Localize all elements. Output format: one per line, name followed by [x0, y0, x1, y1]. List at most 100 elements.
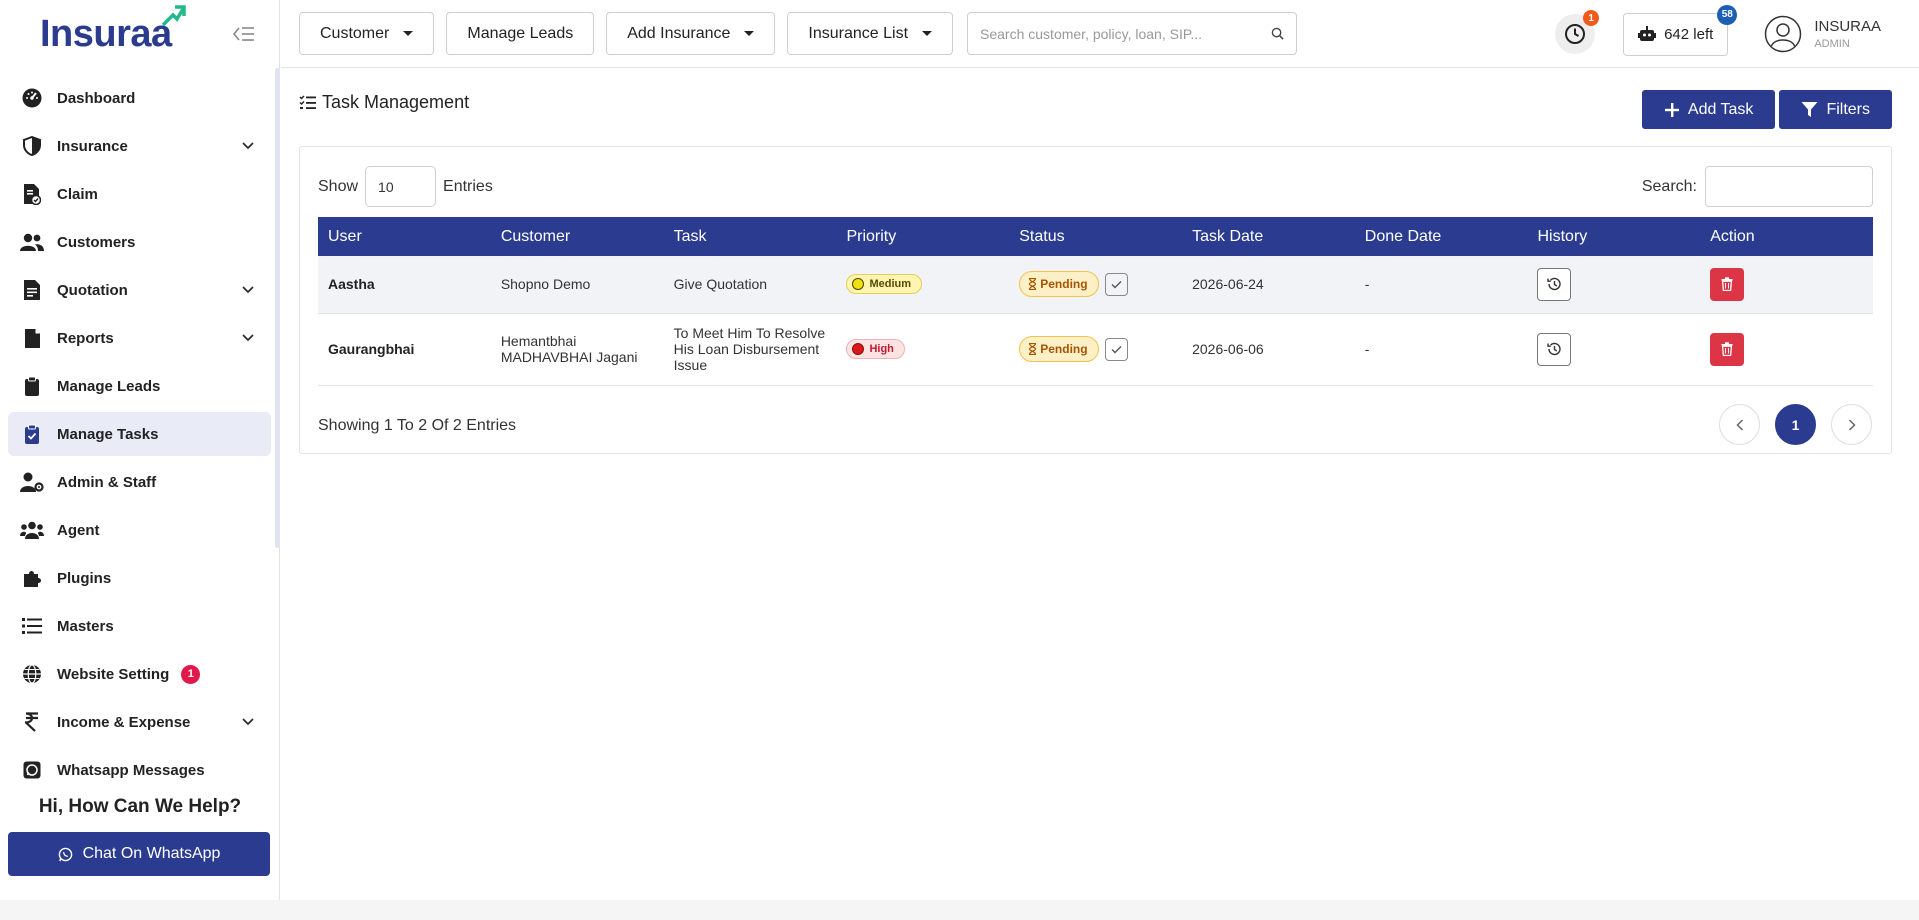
robot-icon [1638, 26, 1657, 41]
table-search-label: Search: [1641, 177, 1697, 195]
priority-dot-icon [852, 278, 865, 291]
filter-icon [1801, 102, 1818, 117]
mark-done-button[interactable] [1104, 337, 1128, 361]
priority-badge: High [846, 339, 905, 359]
sidebar-item-label: Admin & Staff [57, 473, 157, 491]
sidebar-item-website-setting[interactable]: Website Setting 1 [8, 652, 271, 696]
hourglass-icon [1029, 278, 1037, 291]
sidebar-item-label: Quotation [57, 281, 128, 299]
delete-task-button[interactable] [1710, 267, 1745, 301]
main-content: Task Management Add Task Filters Show En… [281, 69, 1919, 899]
pagination-previous-button[interactable] [1719, 404, 1760, 445]
sidebar-item-label: Whatsapp Messages [57, 761, 205, 779]
add-task-label: Add Task [1687, 100, 1754, 118]
brand-logo[interactable]: Insuraa [40, 4, 186, 56]
check-icon [1111, 345, 1122, 353]
sidebar-item-manage-leads[interactable]: Manage Leads [8, 364, 271, 408]
status-badge: Pending [1019, 271, 1099, 298]
column-header-customer[interactable]: Customer [491, 217, 664, 256]
customer-menu-button[interactable]: Customer [299, 12, 435, 55]
column-header-task[interactable]: Task [664, 217, 837, 256]
column-header-action[interactable]: Action [1700, 217, 1873, 256]
add-task-button[interactable]: Add Task [1641, 90, 1776, 129]
hourglass-icon [1029, 343, 1037, 355]
sidebar-item-manage-tasks[interactable]: Manage Tasks [8, 412, 271, 456]
entries-length-control: Show Entries [318, 166, 493, 207]
sidebar-item-agent[interactable]: Agent [8, 508, 271, 552]
cell-history [1527, 313, 1700, 385]
pagination-next-button[interactable] [1831, 404, 1872, 445]
caret-down-icon [922, 31, 933, 36]
insurance-list-menu-button[interactable]: Insurance List [787, 12, 954, 55]
global-search-input[interactable] [980, 25, 1272, 42]
sidebar-item-label: Income & Expense [57, 713, 191, 731]
caret-down-icon [744, 31, 755, 36]
chat-on-whatsapp-button[interactable]: Chat On WhatsApp [8, 832, 270, 876]
status-group: Pending [1019, 336, 1172, 362]
avatar [1765, 15, 1802, 53]
filters-button[interactable]: Filters [1779, 90, 1892, 129]
column-header-done-date[interactable]: Done Date [1355, 217, 1528, 256]
globe-icon [20, 662, 44, 686]
sidebar-item-quotation[interactable]: Quotation [8, 268, 271, 312]
sidebar-item-claim[interactable]: Claim [8, 172, 271, 216]
clipboard-check-icon [20, 422, 44, 446]
page-title-text: Task Management [322, 92, 470, 112]
whatsapp-icon [20, 758, 44, 782]
page-actions: Add Task Filters [1638, 90, 1892, 129]
cell-history [1527, 256, 1700, 313]
sidebar-item-plugins[interactable]: Plugins [8, 556, 271, 600]
table-search-input[interactable] [1705, 166, 1873, 207]
status-group: Pending [1019, 271, 1172, 298]
cell-user: Gaurangbhai [328, 341, 415, 357]
cell-action [1700, 313, 1873, 385]
history-icon [1547, 342, 1562, 356]
user-name: INSURAA [1814, 18, 1881, 35]
manage-leads-button[interactable]: Manage Leads [446, 12, 595, 55]
global-search [967, 12, 1298, 55]
sidebar-item-insurance[interactable]: Insurance [8, 124, 271, 168]
column-header-history[interactable]: History [1527, 217, 1700, 256]
user-info: INSURAA ADMIN [1814, 18, 1881, 50]
help-title: Hi, How Can We Help? [38, 796, 242, 817]
column-header-status[interactable]: Status [1009, 217, 1182, 256]
cell-customer: Shopno Demo [500, 276, 591, 293]
history-button[interactable] [1537, 267, 1572, 301]
trash-icon [1721, 277, 1733, 292]
show-label: Show [318, 177, 359, 195]
users-icon [20, 230, 44, 254]
ai-credits-badge: 58 [1717, 4, 1738, 25]
history-button[interactable] [1537, 332, 1572, 366]
sidebar-item-admin-staff[interactable]: Admin & Staff [8, 460, 271, 504]
column-header-priority[interactable]: Priority [836, 217, 1009, 256]
sidebar-item-customers[interactable]: Customers [8, 220, 271, 264]
pagination-page-button[interactable]: 1 [1775, 404, 1816, 445]
search-icon[interactable] [1271, 27, 1284, 40]
entries-per-page-select[interactable] [365, 166, 437, 207]
user-profile-menu[interactable]: INSURAA ADMIN [1764, 15, 1881, 53]
pagination: 1 [1704, 404, 1872, 445]
cell-user: Aastha [328, 276, 375, 293]
sidebar-collapse-button[interactable] [231, 24, 257, 44]
delete-task-button[interactable] [1710, 332, 1745, 366]
sidebar-item-dashboard[interactable]: Dashboard [8, 76, 271, 120]
sidebar-scrollbar[interactable] [275, 68, 280, 548]
sidebar-item-income-expense[interactable]: Income & Expense [8, 700, 271, 744]
priority-dot-icon [852, 343, 865, 355]
add-insurance-menu-button[interactable]: Add Insurance [606, 12, 776, 55]
ai-credits-label: 642 left [1664, 25, 1714, 43]
shield-icon [20, 134, 44, 158]
column-header-task-date[interactable]: Task Date [1182, 217, 1355, 256]
mark-done-button[interactable] [1104, 272, 1128, 296]
cell-action [1700, 256, 1873, 313]
column-header-user[interactable]: User [318, 217, 491, 256]
sidebar-item-label: Plugins [57, 569, 112, 587]
claim-document-icon [20, 182, 44, 206]
ai-credits-button[interactable]: 642 left 58 [1623, 4, 1738, 56]
sidebar-item-label: Insurance [57, 137, 128, 155]
sidebar-item-masters[interactable]: Masters [8, 604, 271, 648]
sidebar-item-reports[interactable]: Reports [8, 316, 271, 360]
sidebar-item-whatsapp-messages[interactable]: Whatsapp Messages [8, 748, 271, 784]
notification-badge: 1 [1583, 10, 1600, 26]
reminders-button[interactable]: 1 [1555, 10, 1600, 54]
